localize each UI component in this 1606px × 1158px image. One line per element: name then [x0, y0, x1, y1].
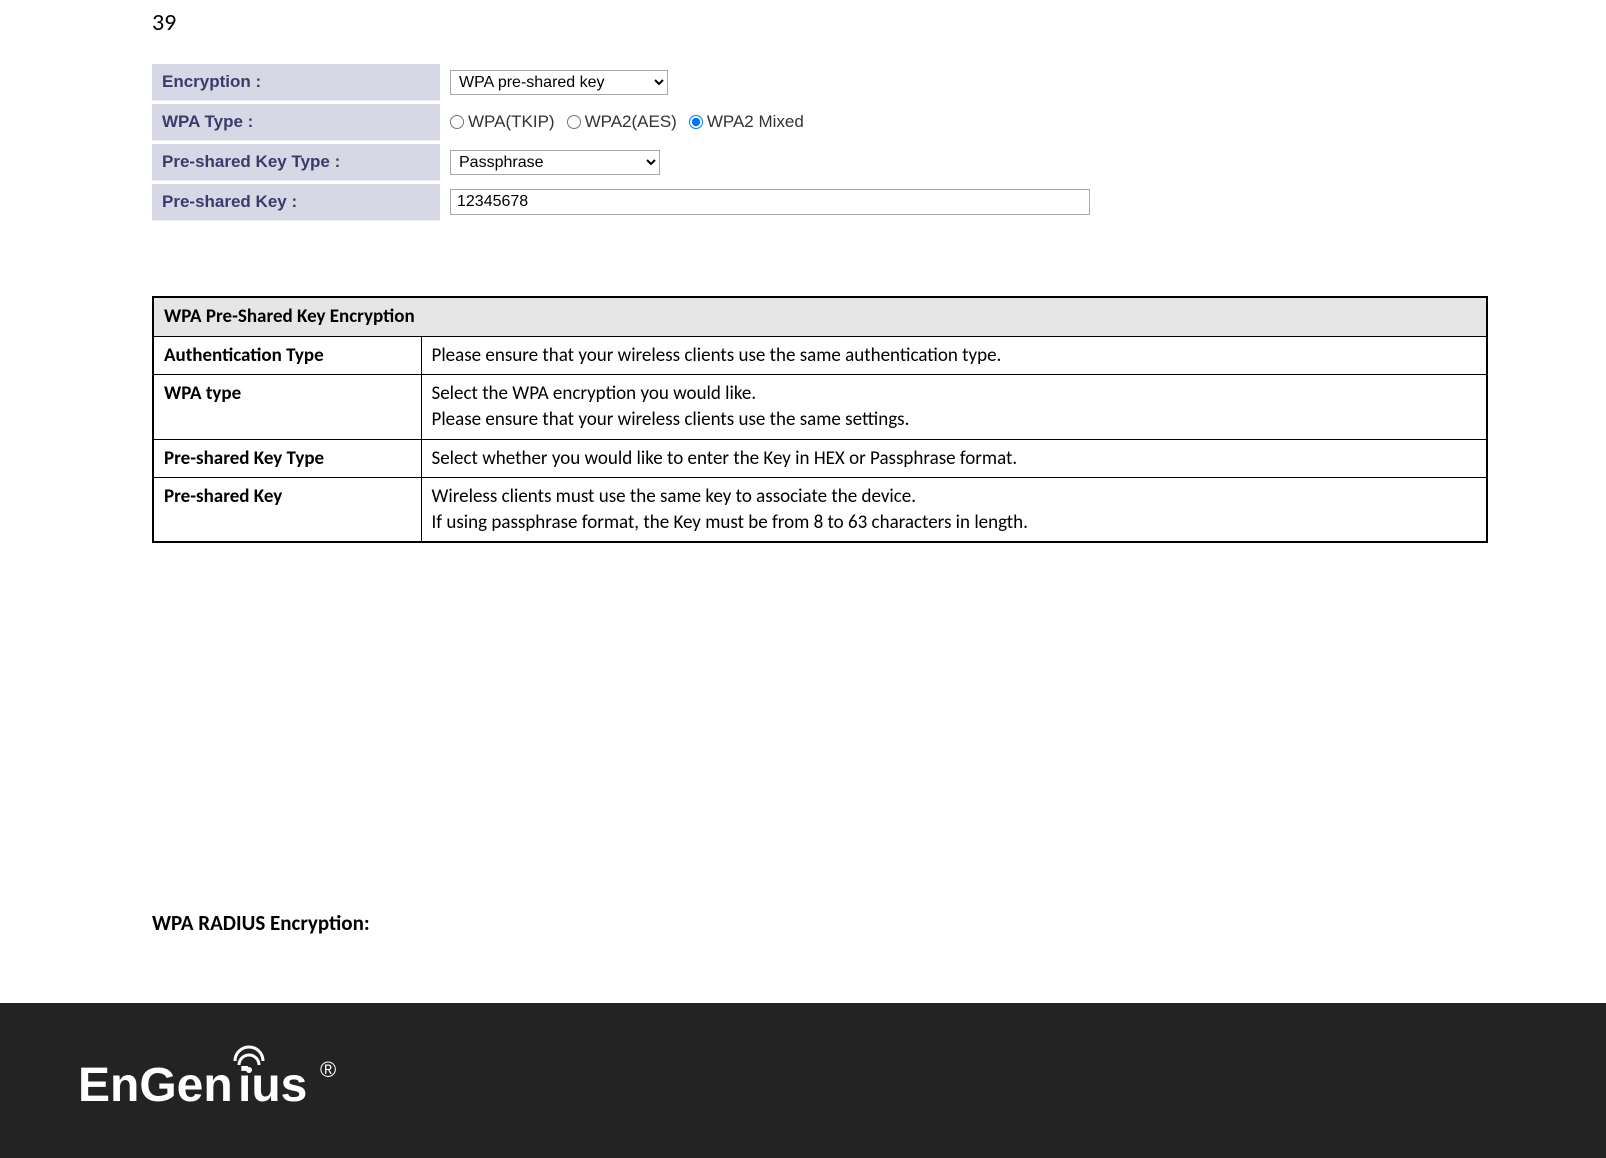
table-row: Pre-shared Key Type Select whether you w…	[153, 439, 1487, 478]
table-row: Pre-shared Key Wireless clients must use…	[153, 478, 1487, 543]
radio-wpa2-aes[interactable]: WPA2(AES)	[567, 112, 677, 132]
label-psk: Pre-shared Key :	[152, 184, 440, 221]
row-psk: Pre-shared Key :	[152, 182, 1152, 222]
label-wpa-type: WPA Type :	[152, 104, 440, 141]
label-encryption: Encryption :	[152, 64, 440, 101]
label-psk-type: Pre-shared Key Type :	[152, 144, 440, 181]
cell-auth-type-name: Authentication Type	[153, 336, 421, 375]
radio-wpa-tkip-label: WPA(TKIP)	[468, 112, 555, 132]
input-psk[interactable]	[450, 189, 1090, 215]
heading-wpa-radius: WPA RADIUS Encryption:	[152, 910, 370, 936]
table-header: WPA Pre-Shared Key Encryption	[153, 297, 1487, 336]
radio-wpa2-aes-label: WPA2(AES)	[585, 112, 677, 132]
select-encryption[interactable]: WPA pre-shared key	[450, 70, 668, 95]
table-row: WPA type Select the WPA encryption you w…	[153, 375, 1487, 439]
svg-text:ius: ius	[238, 1059, 307, 1112]
cell-wpa-type-name: WPA type	[153, 375, 421, 439]
cell-psk-type-desc: Select whether you would like to enter t…	[421, 439, 1487, 478]
row-wpa-type: WPA Type : WPA(TKIP) WPA2(AES) WPA2 Mixe…	[152, 102, 1152, 142]
row-encryption: Encryption : WPA pre-shared key	[152, 62, 1152, 102]
radio-wpa2-mixed-label: WPA2 Mixed	[707, 112, 804, 132]
cell-psk-desc: Wireless clients must use the same key t…	[421, 478, 1487, 543]
wpa-settings-form: Encryption : WPA pre-shared key WPA Type…	[152, 62, 1152, 222]
svg-text:®: ®	[320, 1057, 336, 1082]
select-psk-type[interactable]: Passphrase	[450, 150, 660, 175]
table-row: Authentication Type Please ensure that y…	[153, 336, 1487, 375]
page-number: 39	[152, 8, 176, 37]
svg-text:EnGen: EnGen	[78, 1059, 233, 1112]
engenius-logo: EnGen ius ®	[78, 1043, 358, 1118]
wpa-psk-description-table: WPA Pre-Shared Key Encryption Authentica…	[152, 296, 1488, 543]
cell-auth-type-desc: Please ensure that your wireless clients…	[421, 336, 1487, 375]
row-psk-type: Pre-shared Key Type : Passphrase	[152, 142, 1152, 182]
cell-psk-name: Pre-shared Key	[153, 478, 421, 543]
radio-wpa2-mixed[interactable]: WPA2 Mixed	[689, 112, 804, 132]
radio-wpa-tkip[interactable]: WPA(TKIP)	[450, 112, 555, 132]
cell-psk-type-name: Pre-shared Key Type	[153, 439, 421, 478]
footer-bar: EnGen ius ®	[0, 1003, 1606, 1158]
cell-wpa-type-desc: Select the WPA encryption you would like…	[421, 375, 1487, 439]
